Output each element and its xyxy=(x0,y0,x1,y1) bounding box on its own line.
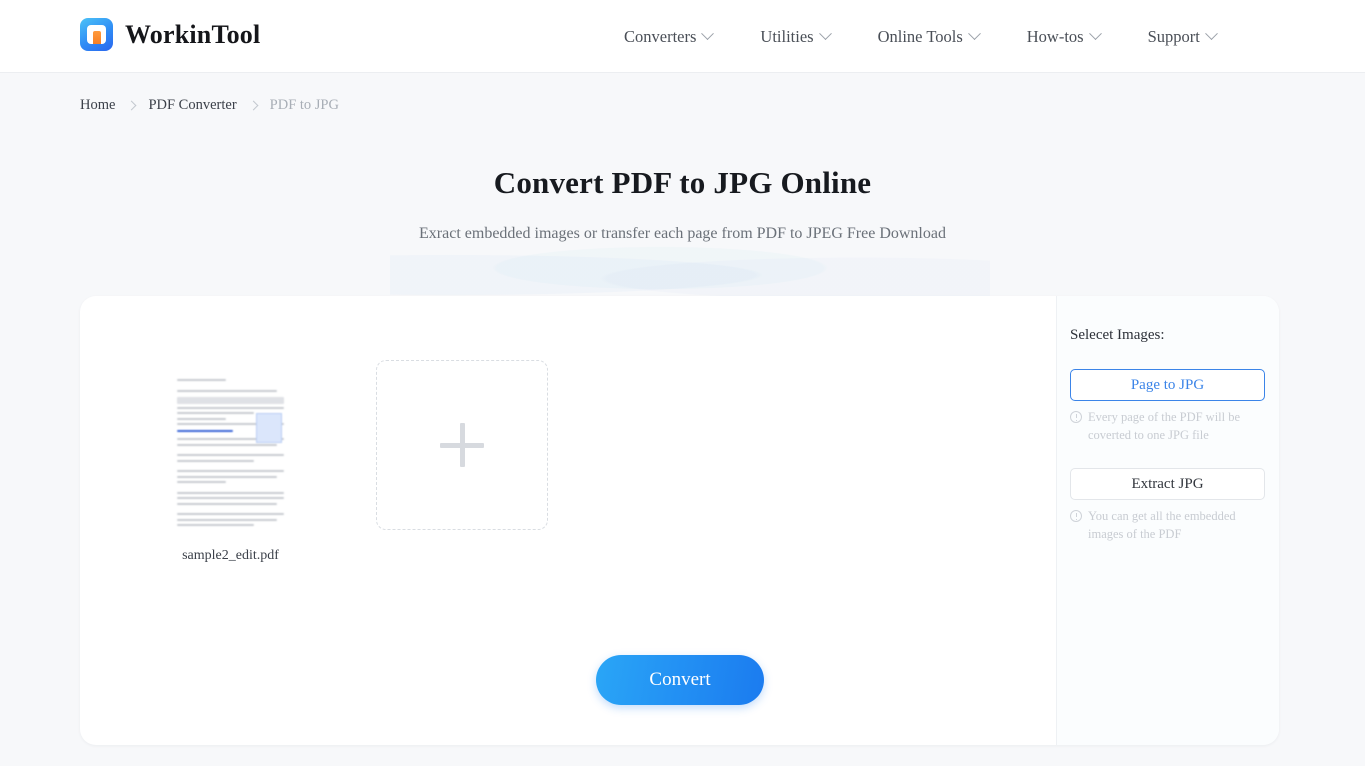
page-title: Convert PDF to JPG Online xyxy=(493,165,872,200)
pdf-page-thumbnail xyxy=(167,366,294,526)
breadcrumb-item-pdf-converter[interactable]: PDF Converter xyxy=(148,97,236,114)
file-item[interactable]: sample2_edit.pdf xyxy=(143,358,318,608)
options-panel: Selecet Images: Page to JPG Every page o… xyxy=(1056,296,1279,745)
nav-label: How-tos xyxy=(1026,26,1084,46)
nav-item-converters[interactable]: Converters xyxy=(600,27,736,47)
chevron-down-icon xyxy=(818,27,832,41)
nav-item-online-tools[interactable]: Online Tools xyxy=(854,27,1003,47)
page-subtitle: Exract embedded images or transfer each … xyxy=(419,225,946,242)
nav-label: Online Tools xyxy=(877,26,963,46)
chevron-down-icon xyxy=(701,27,715,41)
option-page-to-jpg[interactable]: Page to JPG xyxy=(1070,369,1265,401)
breadcrumb-item-home[interactable]: Home xyxy=(80,97,115,114)
chevron-down-icon xyxy=(967,27,981,41)
breadcrumb-item-current: PDF to JPG xyxy=(269,97,339,113)
site-header: WorkinTool Converters Utilities Online T… xyxy=(0,0,1365,73)
exclamation-circle-icon xyxy=(1070,510,1082,522)
nav-item-support[interactable]: Support xyxy=(1124,27,1240,47)
option-extract-jpg-hint: You can get all the embedded images of t… xyxy=(1070,507,1270,543)
add-file-dropzone[interactable] xyxy=(376,360,548,530)
workintool-logo-icon xyxy=(80,18,113,51)
chevron-right-icon xyxy=(126,100,137,111)
convert-button[interactable]: Convert xyxy=(596,655,764,705)
hint-text: Every page of the PDF will be coverted t… xyxy=(1088,410,1241,442)
brand-logo-link[interactable]: WorkinTool xyxy=(80,18,260,51)
chevron-right-icon xyxy=(248,100,259,111)
file-workspace: sample2_edit.pdf Convert xyxy=(80,296,1056,745)
plus-icon xyxy=(440,423,484,467)
chevron-down-icon xyxy=(1204,27,1218,41)
file-name: sample2_edit.pdf xyxy=(182,548,279,563)
nav-item-how-tos[interactable]: How-tos xyxy=(1003,27,1124,47)
option-page-to-jpg-hint: Every page of the PDF will be coverted t… xyxy=(1070,408,1270,444)
option-label: Page to JPG xyxy=(1130,376,1205,393)
option-extract-jpg[interactable]: Extract JPG xyxy=(1070,468,1265,500)
hint-text: You can get all the embedded images of t… xyxy=(1088,509,1236,541)
options-panel-title: Selecet Images: xyxy=(1070,327,1165,343)
exclamation-circle-icon xyxy=(1070,411,1082,423)
breadcrumb: Home PDF Converter PDF to JPG xyxy=(80,97,339,114)
option-label: Extract JPG xyxy=(1131,475,1204,492)
nav-label: Utilities xyxy=(760,26,814,46)
nav-label: Converters xyxy=(624,26,697,46)
chevron-down-icon xyxy=(1088,27,1102,41)
nav-label: Support xyxy=(1147,26,1200,46)
main-navigation: Converters Utilities Online Tools How-to… xyxy=(600,0,1240,73)
converter-card: sample2_edit.pdf Convert Selecet Images:… xyxy=(80,296,1279,745)
nav-item-utilities[interactable]: Utilities xyxy=(736,27,853,47)
brand-name: WorkinTool xyxy=(125,19,261,49)
